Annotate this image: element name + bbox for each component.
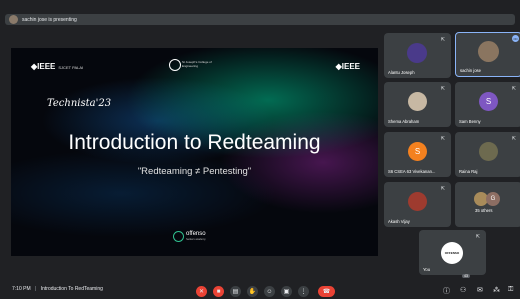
avatar — [408, 92, 427, 111]
people-icon[interactable]: ⚇ — [460, 286, 466, 294]
meeting-title: Introduction To RedTeaming — [40, 286, 103, 292]
participant-count-badge: 43 — [462, 274, 470, 278]
presenting-text: sachin jose is presenting — [22, 16, 77, 23]
participant-tile[interactable]: S ⇱ S6 CSEA 63 Vivekanan... — [384, 132, 451, 177]
offenso-icon — [173, 231, 184, 242]
shared-screen: ◆IEEE SJCET PALAI St Joseph's College of … — [11, 48, 378, 256]
pin-icon[interactable]: ⇱ — [441, 86, 445, 92]
raise-hand-icon[interactable]: ✋ — [247, 286, 258, 297]
participant-name: You — [423, 267, 431, 272]
pin-icon[interactable]: ⇱ — [441, 186, 445, 192]
event-logo: Technista'23 — [47, 98, 112, 109]
host-controls-icon[interactable]: ⚿ — [508, 286, 513, 294]
participant-name: S6 CSEA 63 Vivekanan... — [388, 169, 436, 174]
participant-name: Raina Raj — [459, 169, 478, 174]
presenter-avatar — [9, 15, 18, 24]
sponsor-name: offenso — [186, 230, 206, 237]
pin-icon[interactable]: ⇱ — [512, 86, 516, 92]
participant-tile[interactable]: ⇱ Raina Raj — [455, 132, 520, 177]
ieee-logo-right: ◆IEEE — [335, 62, 360, 71]
pin-icon[interactable]: ⇱ — [476, 234, 480, 240]
mic-off-icon[interactable]: ✕ — [196, 286, 207, 297]
presenting-banner: sachin jose is presenting — [5, 14, 515, 25]
self-tile[interactable]: OFFENSO ⇱ You — [419, 230, 486, 275]
college-seal-icon — [169, 59, 181, 71]
chat-icon[interactable]: ✉ — [477, 286, 483, 294]
avatar: S — [408, 142, 427, 161]
participant-name: Shema Abraham — [388, 119, 420, 124]
participant-tile[interactable]: ⇱ Shema Abraham — [384, 82, 451, 127]
leave-call-icon[interactable]: ☎ — [318, 286, 335, 297]
control-bar: 7:10 PM | Introduction To RedTeaming ✕ ■… — [0, 278, 520, 299]
avatar: OFFENSO — [441, 242, 463, 264]
emoji-icon[interactable]: ☺ — [264, 286, 275, 297]
info-icon[interactable]: ⓘ — [443, 286, 450, 296]
pin-icon[interactable]: ⇱ — [441, 136, 445, 142]
captions-icon[interactable]: ▤ — [230, 286, 241, 297]
meeting-info: 7:10 PM | Introduction To RedTeaming — [12, 286, 103, 292]
sponsor-logo: offenso hackers academy — [173, 231, 206, 242]
avatar: G — [486, 192, 500, 206]
slide-title: Introduction to Redteaming — [68, 131, 321, 154]
participant-tile[interactable]: ⇱ Akash Vijay — [384, 182, 451, 227]
pin-icon[interactable]: ⇱ — [441, 37, 445, 43]
others-tile[interactable]: G 35 others — [455, 182, 520, 227]
activities-icon[interactable]: ⁂ — [493, 286, 500, 294]
others-count: 35 others — [475, 208, 493, 213]
clock: 7:10 PM — [12, 286, 31, 292]
pin-icon[interactable]: ⇱ — [512, 136, 516, 142]
avatar — [407, 43, 427, 63]
participant-name: Akash Vijay — [388, 219, 410, 224]
participant-tile-speaking[interactable]: ••• sachin jose — [455, 32, 520, 77]
avatar — [478, 41, 499, 62]
participant-name: sachin jose — [460, 68, 481, 73]
college-name: St Joseph's College of Engineering — [182, 60, 212, 68]
separator: | — [35, 286, 37, 292]
participant-name: Sam Benny — [459, 119, 481, 124]
present-icon[interactable]: ▣ — [281, 286, 292, 297]
avatar: S — [479, 92, 498, 111]
participant-name: Alantu Joseph — [388, 70, 415, 75]
camera-off-icon[interactable]: ■ — [213, 286, 224, 297]
avatar — [408, 192, 427, 211]
avatar — [479, 142, 498, 161]
speaking-indicator-icon: ••• — [512, 35, 519, 42]
participant-tile[interactable]: ⇱ Alantu Joseph — [384, 33, 451, 78]
ieee-logo-left: ◆IEEE SJCET PALAI — [31, 62, 84, 71]
slide-subtitle: "Redteaming ≠ Pentesting" — [137, 166, 252, 177]
participant-tile[interactable]: S ⇱ Sam Benny — [455, 82, 520, 127]
more-options-icon[interactable]: ⋮ — [298, 286, 309, 297]
sponsor-tagline: hackers academy — [186, 237, 206, 241]
